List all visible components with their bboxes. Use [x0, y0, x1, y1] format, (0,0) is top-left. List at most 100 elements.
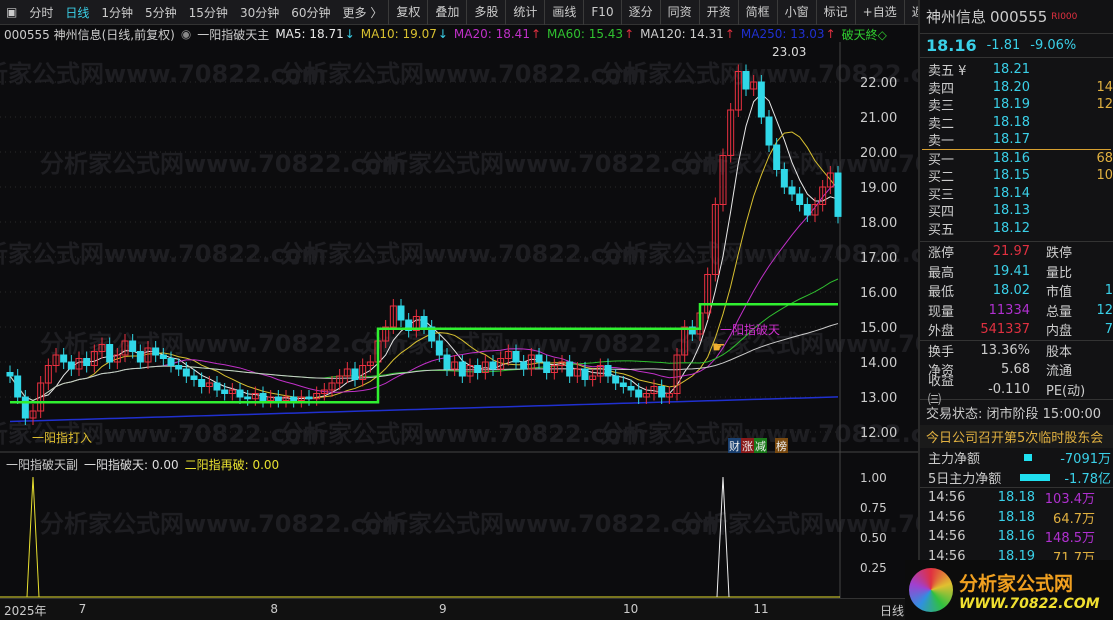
x-axis: 2025年 7 8 9 10 11 日线	[0, 598, 918, 620]
stat-label: 内盘	[1046, 324, 1073, 340]
level-label: 买三	[928, 187, 955, 203]
stat-label: 外盘	[928, 324, 955, 340]
stat-value: 11334	[988, 302, 1030, 318]
logo-url: WWW.70822.COM	[959, 595, 1100, 612]
candle-body	[182, 368, 190, 377]
ma-value: MA10: 19.07	[360, 27, 437, 41]
tick-time: 14:56	[928, 529, 966, 545]
candle-body	[351, 368, 359, 380]
tick-row: 14:56 18.16 148.5万	[920, 527, 1113, 547]
toolbar-button[interactable]: 开资	[698, 0, 738, 25]
period-label[interactable]: 日线	[880, 602, 904, 619]
stat-label: 市值	[1046, 285, 1073, 301]
toolbar-button[interactable]: 复权	[388, 0, 427, 25]
stat-value: 5.68	[1001, 362, 1030, 378]
stock-code: 000555	[990, 7, 1048, 26]
stat-label: 现量	[928, 304, 955, 320]
level-label: 卖四	[928, 81, 955, 97]
period-tab[interactable]: 1分钟	[95, 4, 139, 21]
candle-body	[443, 354, 451, 370]
stat-label: 涨停	[928, 246, 955, 262]
period-tab[interactable]: 5分钟	[139, 4, 183, 21]
level-volume: 10	[1096, 168, 1113, 184]
toolbar-button[interactable]: 小窗	[776, 0, 816, 25]
candle-body	[773, 144, 781, 170]
stat-label: 最高	[928, 265, 955, 281]
indicator-dropdown-icon[interactable]: ◉	[181, 27, 191, 41]
fund-flow-row: 5日主力净额 -1.78亿	[920, 468, 1113, 488]
candle-body	[435, 340, 443, 356]
stat-row: 换手 13.36% 股本	[920, 341, 1113, 361]
candle-body	[159, 354, 167, 359]
toolbar-button[interactable]: 同资	[659, 0, 699, 25]
period-tab[interactable]: 15分钟	[183, 4, 234, 21]
candle-body	[198, 379, 206, 387]
orderbook-row: 买四 18.13	[920, 202, 1113, 220]
toolbar-button[interactable]: 简框	[737, 0, 777, 25]
flow-value: -1.78亿	[1064, 471, 1111, 487]
candle-body	[152, 347, 160, 356]
stat-value: 541337	[980, 322, 1030, 338]
level-label: 买一	[928, 152, 955, 168]
chart-title: 000555 神州信息(日线,前复权)	[4, 27, 175, 42]
indicator-name[interactable]: 一阳指破天主	[197, 26, 269, 43]
main-legend: 000555 神州信息(日线,前复权) ◉ 一阳指破天主 MA5: 18.71 ↓…	[4, 26, 887, 42]
stat-value: -0.110	[988, 381, 1030, 397]
level-price: 18.14	[992, 185, 1030, 201]
candle-body	[627, 386, 635, 391]
stat-label: 换手	[928, 344, 955, 360]
ma-value: MA60: 15.43	[547, 27, 624, 41]
orderbook-row: 卖五 ¥ 18.21	[920, 61, 1113, 79]
toolbar-button[interactable]: +自选	[854, 0, 904, 25]
toolbar-button[interactable]: 统计	[505, 0, 544, 25]
high-price-label: 23.03	[772, 45, 806, 59]
candle-body	[244, 396, 252, 400]
toolbar-button[interactable]: 标记	[815, 0, 855, 25]
candle-body	[190, 375, 198, 380]
level-volume: 68	[1096, 150, 1113, 166]
trend-arrow-icon: ↓	[437, 27, 448, 41]
trend-arrow-icon: ↑	[825, 27, 836, 41]
toolbar-button[interactable]: 多股	[466, 0, 505, 25]
badge-2: 减	[755, 440, 766, 453]
orderbook-row: 买一 18.16 68	[920, 150, 1113, 168]
trend-arrow-icon: ↑	[724, 27, 735, 41]
toolbar-button[interactable]: 逐分	[620, 0, 660, 25]
period-tab[interactable]: 日线	[59, 4, 95, 21]
tick-price: 18.16	[997, 529, 1035, 545]
watermark-text: 分析家公式网www.70822.com	[360, 150, 726, 178]
kline-chart[interactable]: 分析家公式网www.70822.com分析家公式网www.70822.com分析…	[0, 42, 918, 598]
sub-tick: 0.25	[860, 561, 887, 575]
notice-ticker[interactable]: 今日公司召开第5次临时股东会	[920, 425, 1113, 448]
candle-body	[305, 396, 313, 400]
period-tab[interactable]: 60分钟	[285, 4, 336, 21]
toolbar-button[interactable]: 画线	[544, 0, 583, 25]
period-tab[interactable]: 更多 〉	[337, 4, 389, 21]
sub-indicator-name[interactable]: 一阳指破天副	[6, 456, 78, 473]
orderbook-row: 卖四 18.20 14	[920, 79, 1113, 97]
x-tick: 8	[270, 602, 278, 616]
candle-body	[619, 382, 627, 387]
level-label: 卖二	[928, 116, 955, 132]
period-tab[interactable]: 30分钟	[234, 4, 285, 21]
stat-row: 现量 11334 总量 12	[920, 301, 1113, 321]
candle-body	[274, 396, 282, 401]
toolbar-button[interactable]: F10	[583, 0, 620, 25]
signal-label: 一阳指破天	[720, 322, 780, 337]
stat-row: 最低 18.02 市值 1	[920, 281, 1113, 301]
candle-body	[474, 365, 482, 373]
candle-body	[543, 361, 551, 373]
badge-3: 榜	[776, 439, 787, 453]
stat-value: 7	[1104, 322, 1113, 338]
panel-toggle-icon[interactable]: ▣	[0, 5, 23, 19]
candle-body	[167, 358, 175, 366]
period-tab[interactable]: 分时	[23, 4, 59, 21]
badge-0: 财	[729, 439, 740, 453]
candle-body	[106, 344, 114, 363]
price-tick: 22.00	[860, 76, 897, 91]
candle-body	[604, 365, 612, 377]
toolbar-button[interactable]: 叠加	[427, 0, 466, 25]
toolbar: ▣ 分时 日线 1分钟 5分钟 15分钟 30分钟 60分钟 更多 〉 复权 叠加 多股 统计 画线 F…	[0, 0, 936, 25]
stat-label: 流通	[1046, 364, 1073, 380]
ma-value: MA120: 14.31	[640, 27, 724, 41]
